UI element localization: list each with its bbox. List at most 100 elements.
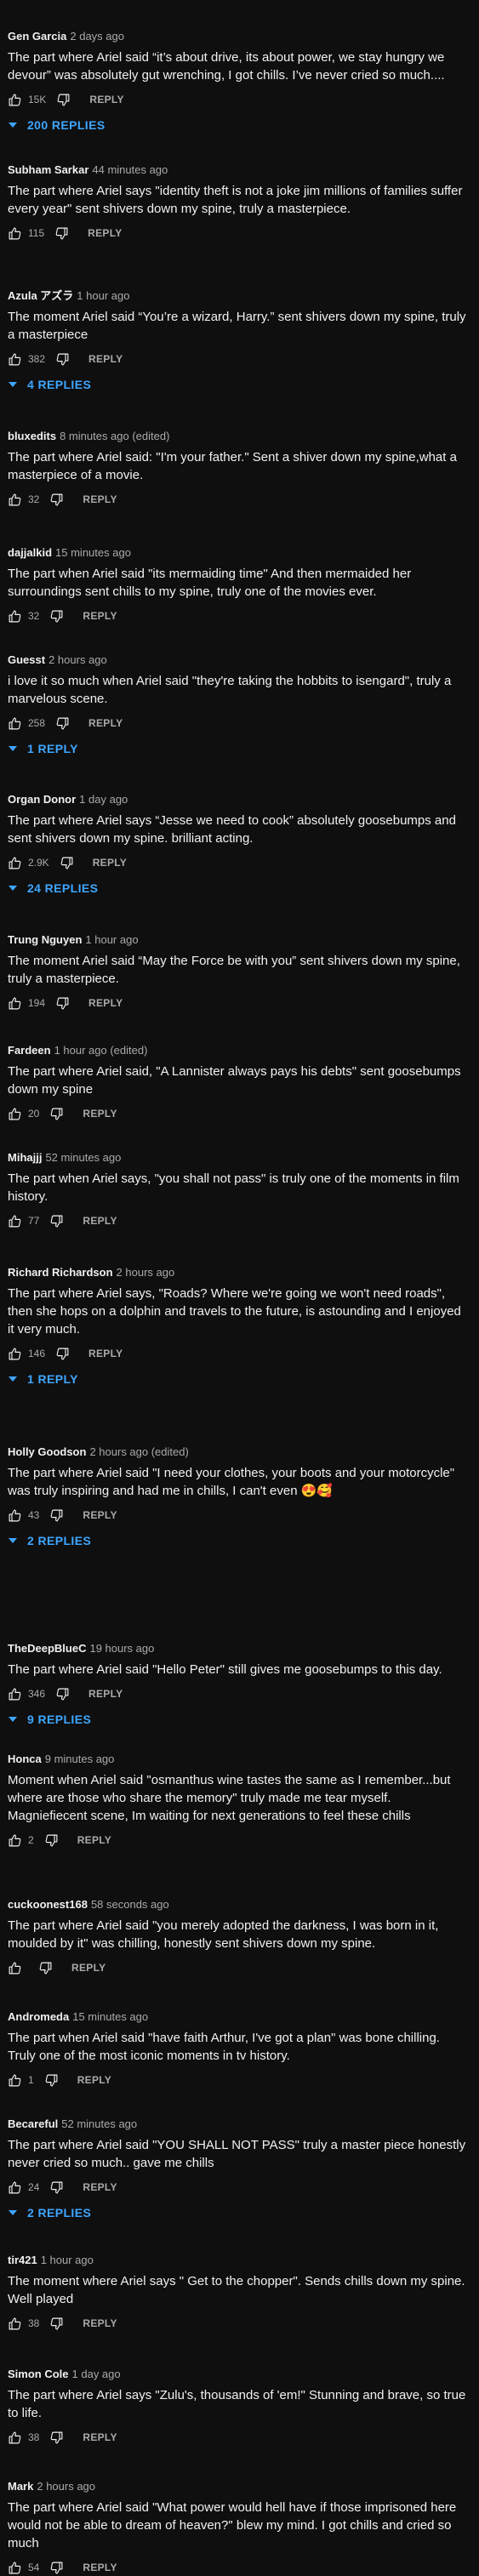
comment-author[interactable]: Richard Richardson — [8, 1266, 113, 1279]
thumb-up-icon[interactable] — [8, 493, 22, 507]
comment-timestamp[interactable]: 1 hour ago (edited) — [54, 1044, 148, 1057]
thumb-down-icon[interactable] — [49, 609, 64, 624]
comment-timestamp[interactable]: 9 minutes ago — [45, 1752, 115, 1765]
comment-author[interactable]: Fardeen — [8, 1044, 51, 1057]
reply-button[interactable]: REPLY — [83, 1215, 117, 1227]
comment-timestamp[interactable]: 1 day ago — [79, 793, 128, 806]
comment-timestamp[interactable]: 1 day ago — [72, 2368, 121, 2380]
comment-author[interactable]: Trung Nguyen — [8, 933, 82, 946]
view-replies-button[interactable]: 2 REPLIES — [8, 2206, 467, 2220]
thumb-down-icon[interactable] — [49, 2180, 64, 2195]
comment-author[interactable]: Simon Cole — [8, 2368, 69, 2380]
reply-button[interactable]: REPLY — [83, 2431, 117, 2443]
reply-button[interactable]: REPLY — [88, 1348, 123, 1359]
thumb-up-icon[interactable] — [8, 352, 22, 367]
view-replies-button[interactable]: 1 REPLY — [8, 1372, 467, 1386]
thumb-down-icon[interactable] — [49, 1508, 64, 1523]
comment-author[interactable]: Gen Garcia — [8, 30, 66, 43]
thumb-down-icon[interactable] — [49, 1107, 64, 1121]
reply-button[interactable]: REPLY — [83, 610, 117, 622]
thumb-up-icon[interactable] — [8, 1961, 22, 1975]
comment-timestamp[interactable]: 2 days ago — [70, 30, 124, 43]
comment-timestamp[interactable]: 8 minutes ago (edited) — [60, 430, 169, 442]
reply-button[interactable]: REPLY — [88, 353, 123, 365]
reply-button[interactable]: REPLY — [93, 857, 127, 869]
thumb-down-icon[interactable] — [49, 2317, 64, 2331]
comment-author[interactable]: Mark — [8, 2480, 33, 2493]
comment-timestamp[interactable]: 1 hour ago — [77, 289, 129, 302]
comment-author[interactable]: Andromeda — [8, 2010, 69, 2023]
comment-author[interactable]: Azula アズラ — [8, 289, 73, 302]
comment-timestamp[interactable]: 58 seconds ago — [91, 1898, 169, 1911]
comment-author[interactable]: cuckoonest168 — [8, 1898, 88, 1911]
comment-timestamp[interactable]: 52 minutes ago — [61, 2117, 137, 2130]
comment-author[interactable]: tir421 — [8, 2254, 37, 2266]
reply-button[interactable]: REPLY — [83, 1509, 117, 1521]
comment-author[interactable]: dajjalkid — [8, 546, 52, 559]
thumb-down-icon[interactable] — [49, 2431, 64, 2445]
thumb-up-icon[interactable] — [8, 226, 22, 241]
view-replies-button[interactable]: 1 REPLY — [8, 742, 467, 755]
reply-button[interactable]: REPLY — [83, 2562, 117, 2573]
comment-timestamp[interactable]: 2 hours ago — [37, 2480, 95, 2493]
reply-button[interactable]: REPLY — [77, 1834, 111, 1846]
thumb-down-icon[interactable] — [55, 996, 70, 1011]
comment-timestamp[interactable]: 44 minutes ago — [92, 163, 168, 176]
thumb-down-icon[interactable] — [60, 856, 74, 870]
thumb-down-icon[interactable] — [56, 93, 71, 107]
thumb-down-icon[interactable] — [54, 226, 69, 241]
reply-button[interactable]: REPLY — [88, 997, 123, 1009]
comment-author[interactable]: Mihajjj — [8, 1151, 42, 1164]
reply-button[interactable]: REPLY — [83, 493, 117, 505]
thumb-down-icon[interactable] — [44, 2073, 59, 2088]
thumb-up-icon[interactable] — [8, 93, 22, 107]
thumb-up-icon[interactable] — [8, 716, 22, 731]
thumb-up-icon[interactable] — [8, 1833, 22, 1848]
reply-button[interactable]: REPLY — [83, 1108, 117, 1120]
thumb-up-icon[interactable] — [8, 1508, 22, 1523]
thumb-up-icon[interactable] — [8, 1687, 22, 1701]
thumb-down-icon[interactable] — [55, 1347, 70, 1361]
comment-timestamp[interactable]: 2 hours ago — [117, 1266, 175, 1279]
comment-timestamp[interactable]: 2 hours ago — [48, 653, 107, 666]
reply-button[interactable]: REPLY — [71, 1962, 105, 1974]
comment-author[interactable]: Subham Sarkar — [8, 163, 88, 176]
thumb-down-icon[interactable] — [55, 1687, 70, 1701]
thumb-up-icon[interactable] — [8, 2317, 22, 2331]
reply-button[interactable]: REPLY — [88, 717, 123, 729]
comment-author[interactable]: Becareful — [8, 2117, 58, 2130]
view-replies-button[interactable]: 200 REPLIES — [8, 118, 467, 132]
reply-button[interactable]: REPLY — [89, 94, 123, 105]
thumb-up-icon[interactable] — [8, 609, 22, 624]
view-replies-button[interactable]: 4 REPLIES — [8, 378, 467, 391]
thumb-up-icon[interactable] — [8, 1214, 22, 1228]
comment-author[interactable]: bluxedits — [8, 430, 56, 442]
comment-author[interactable]: Guesst — [8, 653, 45, 666]
thumb-up-icon[interactable] — [8, 1347, 22, 1361]
comment-timestamp[interactable]: 15 minutes ago — [72, 2010, 148, 2023]
comment-author[interactable]: Organ Donor — [8, 793, 76, 806]
comment-timestamp[interactable]: 19 hours ago — [89, 1642, 154, 1655]
thumb-down-icon[interactable] — [49, 493, 64, 507]
comment-author[interactable]: Honca — [8, 1752, 42, 1765]
reply-button[interactable]: REPLY — [88, 227, 122, 239]
comment-timestamp[interactable]: 2 hours ago (edited) — [89, 1445, 188, 1458]
reply-button[interactable]: REPLY — [88, 1688, 123, 1700]
reply-button[interactable]: REPLY — [83, 2317, 117, 2329]
reply-button[interactable]: REPLY — [83, 2181, 117, 2193]
thumb-down-icon[interactable] — [49, 1214, 64, 1228]
comment-timestamp[interactable]: 52 minutes ago — [45, 1151, 121, 1164]
view-replies-button[interactable]: 24 REPLIES — [8, 881, 467, 895]
thumb-up-icon[interactable] — [8, 2180, 22, 2195]
thumb-down-icon[interactable] — [38, 1961, 53, 1975]
thumb-up-icon[interactable] — [8, 856, 22, 870]
view-replies-button[interactable]: 9 REPLIES — [8, 1713, 467, 1726]
view-replies-button[interactable]: 2 REPLIES — [8, 1534, 467, 1547]
thumb-up-icon[interactable] — [8, 2073, 22, 2088]
thumb-down-icon[interactable] — [55, 352, 70, 367]
thumb-down-icon[interactable] — [44, 1833, 59, 1848]
thumb-down-icon[interactable] — [55, 716, 70, 731]
comment-author[interactable]: TheDeepBlueC — [8, 1642, 86, 1655]
comment-timestamp[interactable]: 15 minutes ago — [55, 546, 131, 559]
comment-timestamp[interactable]: 1 hour ago — [41, 2254, 94, 2266]
